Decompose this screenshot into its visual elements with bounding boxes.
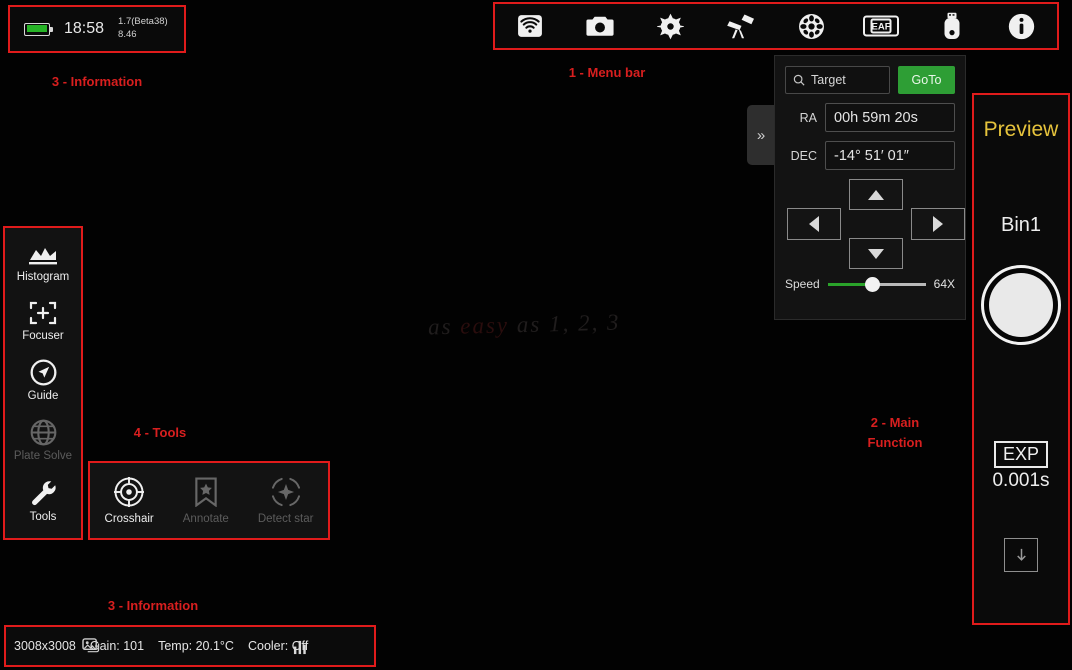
sidebar-label-guide: Guide bbox=[27, 389, 59, 402]
android-nav-bar: ‹ bbox=[0, 628, 1072, 670]
move-left-button[interactable] bbox=[787, 208, 841, 240]
dec-label: DEC bbox=[790, 148, 817, 163]
ra-input[interactable]: 00h 59m 20s bbox=[825, 103, 955, 132]
focuser-icon bbox=[29, 301, 57, 324]
watermark-pre: as bbox=[427, 313, 461, 340]
speed-slider[interactable] bbox=[827, 276, 926, 292]
move-right-button[interactable] bbox=[911, 208, 965, 240]
move-down-button[interactable] bbox=[849, 238, 903, 269]
telescope-icon[interactable] bbox=[706, 4, 776, 48]
exposure-label: EXP bbox=[993, 441, 1048, 468]
goto-button[interactable]: GoTo bbox=[898, 66, 955, 94]
search-icon bbox=[793, 74, 805, 86]
wrench-icon bbox=[32, 481, 56, 506]
annotation-label-info-bottom: 3 - Information bbox=[107, 598, 199, 613]
watermark-post: as 1, 2, 3 bbox=[508, 309, 621, 338]
watermark-emphasis: easy bbox=[459, 312, 510, 339]
svg-text:EAF: EAF bbox=[872, 22, 891, 33]
battery-icon bbox=[24, 22, 53, 36]
usb-drive-icon[interactable] bbox=[917, 4, 987, 48]
sidebar-item-histogram[interactable]: Histogram bbox=[5, 243, 81, 283]
direction-pad bbox=[785, 179, 965, 271]
ra-row: RA 00h 59m 20s bbox=[785, 103, 955, 132]
guide-target-icon[interactable] bbox=[636, 4, 706, 48]
app-root: as easy as 1, 2, 3 18:58 1.7(Beta38) 8.4… bbox=[0, 0, 1072, 670]
dec-row: DEC -14° 51′ 01″ bbox=[785, 141, 955, 170]
clock-label: 18:58 bbox=[64, 20, 105, 37]
sidebar-label-focuser: Focuser bbox=[22, 329, 64, 342]
tool-label-crosshair: Crosshair bbox=[104, 512, 154, 525]
camera-icon[interactable] bbox=[565, 4, 635, 48]
exposure-value: 0.001s bbox=[992, 470, 1050, 491]
download-icon bbox=[1016, 548, 1026, 561]
tool-annotate[interactable]: Annotate bbox=[183, 477, 229, 525]
version-block: 1.7(Beta38) 8.46 bbox=[118, 16, 168, 42]
triangle-down-icon bbox=[868, 248, 884, 259]
menu-bar: EAF bbox=[495, 4, 1057, 48]
speed-slider-knob[interactable] bbox=[864, 276, 880, 292]
ra-label: RA bbox=[799, 110, 817, 125]
preview-title: Preview bbox=[983, 118, 1059, 141]
tools-sidebar: Histogram Focuser Guide Plate Solve Tool… bbox=[5, 228, 81, 538]
tool-label-annotate: Annotate bbox=[182, 512, 229, 525]
annotation-label-tools: 4 - Tools bbox=[133, 425, 187, 440]
globe-icon bbox=[30, 419, 56, 446]
main-function-panel: Target GoTo RA 00h 59m 20s DEC -14° 51′ … bbox=[774, 55, 966, 320]
tool-crosshair[interactable]: Crosshair bbox=[104, 476, 154, 525]
guide-navigate-icon bbox=[30, 359, 56, 386]
sidebar-item-tools[interactable]: Tools bbox=[5, 479, 81, 523]
sidebar-label-histogram: Histogram bbox=[16, 270, 70, 283]
triangle-right-icon bbox=[933, 216, 943, 232]
annotate-bookmark-icon bbox=[195, 477, 217, 507]
bin-selector[interactable]: Bin1 bbox=[1001, 214, 1041, 237]
annotation-label-main-function: 2 - Main Function bbox=[867, 415, 923, 451]
exposure-control[interactable]: EXP 0.001s bbox=[992, 441, 1050, 492]
target-search-row: Target GoTo bbox=[785, 66, 955, 94]
information-panel-top: 18:58 1.7(Beta38) 8.46 bbox=[8, 5, 186, 53]
tool-detect-star[interactable]: Detect star bbox=[257, 477, 314, 525]
speed-value: 64X bbox=[933, 277, 955, 291]
target-search-input[interactable]: Target bbox=[785, 66, 890, 94]
triangle-left-icon bbox=[809, 216, 819, 232]
download-button[interactable] bbox=[1004, 538, 1038, 572]
collapse-chevron-icon: » bbox=[756, 126, 766, 144]
collapse-panel-button[interactable]: » bbox=[747, 105, 775, 165]
histogram-icon bbox=[29, 247, 57, 264]
triangle-up-icon bbox=[868, 189, 884, 200]
sidebar-item-focuser[interactable]: Focuser bbox=[5, 300, 81, 342]
info-icon[interactable] bbox=[987, 4, 1057, 48]
target-search-placeholder: Target bbox=[811, 73, 846, 87]
dec-input[interactable]: -14° 51′ 01″ bbox=[825, 141, 955, 170]
speed-label: Speed bbox=[785, 277, 820, 291]
version-label: 1.7(Beta38) bbox=[118, 16, 168, 28]
shutter-button[interactable] bbox=[981, 265, 1061, 345]
crosshair-icon bbox=[114, 476, 145, 507]
canvas-watermark: as easy as 1, 2, 3 bbox=[428, 309, 621, 340]
sidebar-label-tools: Tools bbox=[29, 511, 57, 524]
filter-wheel-icon[interactable] bbox=[776, 4, 846, 48]
preview-panel: Preview Bin1 EXP 0.001s bbox=[974, 95, 1068, 623]
sidebar-item-plate-solve[interactable]: Plate Solve bbox=[5, 419, 81, 462]
tools-row: Crosshair Annotate Detect star bbox=[90, 463, 328, 538]
tool-label-detect-star: Detect star bbox=[257, 512, 314, 525]
sidebar-label-plate-solve: Plate Solve bbox=[13, 450, 73, 463]
move-up-button[interactable] bbox=[849, 179, 903, 210]
sidebar-item-guide[interactable]: Guide bbox=[5, 359, 81, 402]
speed-control-row: Speed 64X bbox=[785, 276, 955, 292]
detect-star-icon bbox=[271, 477, 300, 506]
eaf-icon[interactable]: EAF bbox=[846, 4, 916, 48]
annotation-label-menubar: 1 - Menu bar bbox=[568, 65, 646, 80]
wifi-icon[interactable] bbox=[495, 4, 565, 48]
annotation-label-info-top: 3 - Information bbox=[51, 74, 143, 89]
build-label: 8.46 bbox=[118, 29, 137, 40]
